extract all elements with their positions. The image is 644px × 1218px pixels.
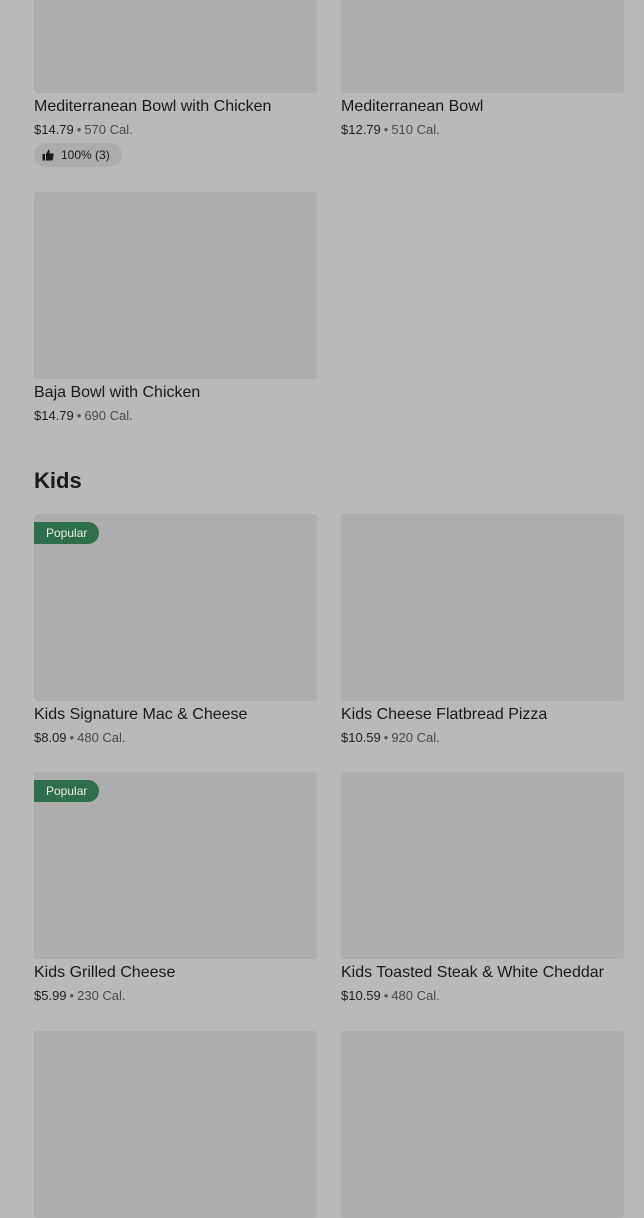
item-image[interactable]	[341, 1031, 624, 1218]
popular-badge: Popular	[34, 780, 100, 802]
item-calories: 480 Cal.	[77, 730, 126, 745]
item-image[interactable]	[341, 772, 624, 959]
item-price: $5.99	[34, 988, 67, 1003]
item-image[interactable]	[34, 0, 317, 93]
meta-separator: •	[69, 988, 75, 1003]
section-title-kids: Kids	[34, 468, 82, 493]
item-price: $14.79	[34, 408, 74, 423]
rating-text: 100% (3)	[61, 148, 110, 162]
item-price: $12.79	[341, 122, 381, 137]
meta-separator: •	[383, 988, 389, 1003]
item-image[interactable]	[341, 514, 624, 701]
item-price: $8.09	[34, 730, 67, 745]
item-name: Kids Cheese Flatbread Pizza	[341, 706, 548, 723]
item-price: $10.59	[341, 730, 381, 745]
meta-separator: •	[76, 122, 82, 137]
item-meta: $8.09 • 480 Cal.	[34, 730, 126, 746]
thumbs-up-icon	[42, 149, 54, 161]
item-name: Kids Signature Mac & Cheese	[34, 706, 248, 723]
item-meta: $14.79 • 570 Cal.	[34, 122, 133, 138]
item-name: Kids Toasted Steak & White Cheddar	[341, 964, 604, 981]
popular-badge: Popular	[34, 522, 100, 544]
item-meta: $12.79 • 510 Cal.	[341, 122, 440, 138]
item-meta: $10.59 • 480 Cal.	[341, 988, 440, 1004]
item-calories: 480 Cal.	[391, 988, 440, 1003]
meta-separator: •	[383, 122, 389, 137]
item-price: $14.79	[34, 122, 74, 137]
item-name: Mediterranean Bowl with Chicken	[34, 98, 272, 115]
item-name: Baja Bowl with Chicken	[34, 384, 201, 401]
item-calories: 690 Cal.	[84, 408, 133, 423]
item-meta: $5.99 • 230 Cal.	[34, 988, 126, 1004]
item-image[interactable]	[34, 1031, 317, 1218]
meta-separator: •	[383, 730, 389, 745]
item-image[interactable]	[34, 192, 317, 379]
item-name: Mediterranean Bowl	[341, 98, 484, 115]
rating-pill: 100% (3)	[34, 143, 122, 167]
item-calories: 920 Cal.	[391, 730, 440, 745]
item-calories: 510 Cal.	[391, 122, 440, 137]
meta-separator: •	[69, 730, 75, 745]
item-price: $10.59	[341, 988, 381, 1003]
item-name: Kids Grilled Cheese	[34, 964, 176, 981]
item-image[interactable]	[341, 0, 624, 93]
item-meta: $14.79 • 690 Cal.	[34, 408, 133, 424]
meta-separator: •	[76, 408, 82, 423]
item-calories: 230 Cal.	[77, 988, 126, 1003]
item-meta: $10.59 • 920 Cal.	[341, 730, 440, 746]
item-calories: 570 Cal.	[84, 122, 133, 137]
